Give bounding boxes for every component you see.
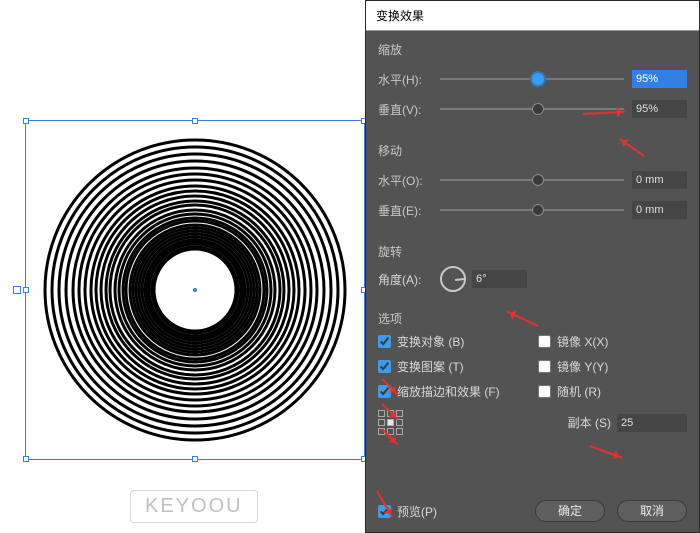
scale-v-label: 垂直(V): xyxy=(378,101,440,118)
chk-transform-pattern[interactable]: 变换图案 (T) xyxy=(378,358,538,375)
side-handle-left[interactable] xyxy=(13,286,21,294)
options-section: 选项 变换对象 (B) 镜像 X(X) 变换图案 (T) 镜像 Y(Y) 缩放描… xyxy=(378,310,687,435)
angle-value[interactable] xyxy=(472,270,527,288)
move-v-slider[interactable] xyxy=(440,209,624,211)
rotate-label: 旋转 xyxy=(378,243,687,260)
scale-v-value[interactable] xyxy=(632,100,687,118)
watermark-logo: KEYOOU xyxy=(130,490,258,523)
handle-bot-mid[interactable] xyxy=(192,456,198,462)
dialog-footer: 预览(P) 确定 取消 xyxy=(378,500,687,522)
move-horizontal-row: 水平(O): xyxy=(378,165,687,195)
chk-transform-object[interactable]: 变换对象 (B) xyxy=(378,333,538,350)
scale-section: 缩放 水平(H): 垂直(V): xyxy=(378,41,687,124)
transform-effect-dialog: 变换效果 缩放 水平(H): 垂直(V): 移动 水平(O): 垂直(E): 旋… xyxy=(365,0,700,533)
chk-mirror-x[interactable]: 镜像 X(X) xyxy=(538,333,678,350)
move-h-value[interactable] xyxy=(632,171,687,189)
spiral-artwork xyxy=(41,136,349,444)
scale-h-value[interactable] xyxy=(632,70,687,88)
scale-vertical-row: 垂直(V): xyxy=(378,94,687,124)
scale-h-slider[interactable] xyxy=(440,78,624,80)
angle-dial[interactable] xyxy=(440,266,466,292)
dialog-title: 变换效果 xyxy=(366,1,699,31)
scale-v-slider[interactable] xyxy=(440,108,624,110)
cancel-button[interactable]: 取消 xyxy=(617,500,687,522)
handle-top-left[interactable] xyxy=(23,118,29,124)
angle-label: 角度(A): xyxy=(378,271,440,288)
scale-h-label: 水平(H): xyxy=(378,71,440,88)
move-vertical-row: 垂直(E): xyxy=(378,195,687,225)
move-v-value[interactable] xyxy=(632,201,687,219)
ok-button[interactable]: 确定 xyxy=(535,500,605,522)
move-h-label: 水平(O): xyxy=(378,172,440,189)
move-v-label: 垂直(E): xyxy=(378,202,440,219)
chk-random[interactable]: 随机 (R) xyxy=(538,383,678,400)
handle-top-mid[interactable] xyxy=(192,118,198,124)
handle-bot-left[interactable] xyxy=(23,456,29,462)
move-h-slider[interactable] xyxy=(440,179,624,181)
copies-label: 副本 (S) xyxy=(568,414,611,431)
move-label: 移动 xyxy=(378,142,687,159)
copies-value[interactable] xyxy=(617,414,687,432)
handle-mid-left[interactable] xyxy=(23,287,29,293)
scale-label: 缩放 xyxy=(378,41,687,58)
canvas-selection[interactable] xyxy=(25,120,365,460)
rotate-section: 旋转 角度(A): xyxy=(378,243,687,292)
chk-mirror-y[interactable]: 镜像 Y(Y) xyxy=(538,358,678,375)
scale-horizontal-row: 水平(H): xyxy=(378,64,687,94)
